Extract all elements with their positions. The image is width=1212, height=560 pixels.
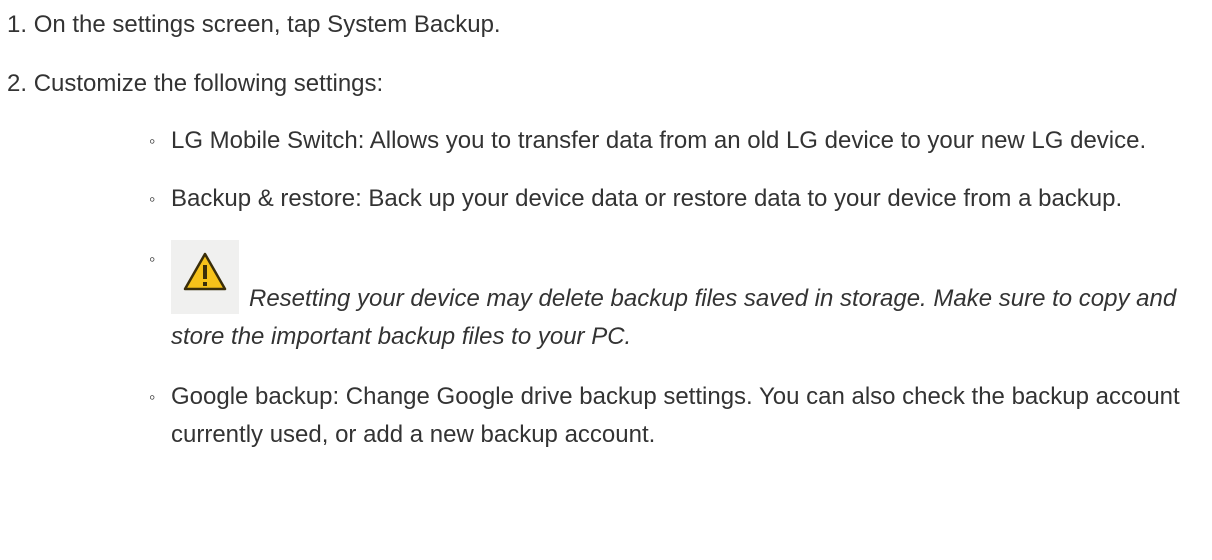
warning-text: Resetting your device may delete backup … bbox=[171, 285, 1177, 350]
list-item-warning: ◦ Resetting your device may delete backu… bbox=[147, 240, 1187, 356]
step-text: Customize the following settings: bbox=[33, 70, 384, 97]
warning-icon bbox=[171, 240, 239, 314]
bullet: ◦ bbox=[149, 387, 156, 407]
step-text: On the settings screen, tap System Backu… bbox=[33, 11, 501, 38]
bullet: ◦ bbox=[149, 249, 156, 269]
step-number: 2. bbox=[7, 70, 28, 97]
list-item-text: Backup & restore: Back up your device da… bbox=[171, 185, 1123, 212]
bullet: ◦ bbox=[149, 189, 156, 209]
list-item-backup-restore: ◦ Backup & restore: Back up your device … bbox=[147, 180, 1187, 218]
list-item-lg-mobile-switch: ◦ LG Mobile Switch: Allows you to transf… bbox=[147, 122, 1187, 160]
list-item-text: LG Mobile Switch: Allows you to transfer… bbox=[171, 127, 1147, 154]
step-1: 1. On the settings screen, tap System Ba… bbox=[7, 6, 501, 44]
step-2: 2. Customize the following settings: bbox=[7, 65, 383, 103]
list-item-text: Google backup: Change Google drive backu… bbox=[171, 383, 1180, 448]
step-number: 1. bbox=[7, 11, 28, 38]
bullet: ◦ bbox=[149, 131, 156, 151]
list-item-google-backup: ◦ Google backup: Change Google drive bac… bbox=[147, 378, 1187, 454]
settings-list: ◦ LG Mobile Switch: Allows you to transf… bbox=[147, 122, 1187, 474]
